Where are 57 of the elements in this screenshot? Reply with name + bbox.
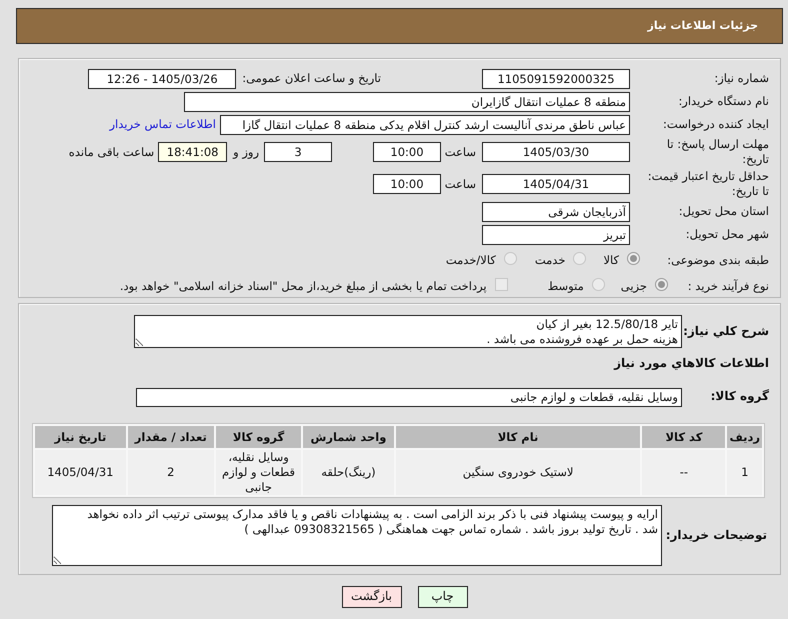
table-cell: (رینگ)حلقه xyxy=(303,450,394,495)
table-cell: وسایل نقلیه، قطعات و لوازم جانبی xyxy=(216,450,302,495)
table-cell: 1405/04/31 xyxy=(35,450,126,495)
radio-label: متوسط xyxy=(548,278,584,294)
column-header: تعداد / مقدار xyxy=(128,426,214,448)
column-header: گروه کالا xyxy=(216,426,302,448)
checkbox-label: پرداخت تمام یا بخشی از مبلغ خرید،از محل "اسناد خزانه اسلامی" خواهد بود. xyxy=(120,278,487,294)
column-header: کد کالا xyxy=(642,426,726,448)
field-label: مهلت ارسال پاسخ: تا تاریخ: xyxy=(666,137,770,167)
days-field[interactable]: 3 xyxy=(264,142,332,162)
column-header: واحد شمارش xyxy=(303,426,394,448)
buyer-notes-field[interactable]: ارایه و پیوست پیشنهاد فنی با ذکر برند الزامی است . به پیشنهادات ناقص و یا فاقد مدارک پیوستی ترتیب اثر داده نخواهد شد . تاریخ تولید بروز باشد . شماره تماس جهت هماهنگی ( 09308321565 عبدالهی ) xyxy=(52,504,662,566)
field-label: تاریخ و ساعت اعلان عمومی: xyxy=(242,71,381,86)
field-label: گروه کالا: xyxy=(710,389,770,405)
column-header: ردیف xyxy=(727,426,762,448)
page-title: جزئیات اطلاعات نیاز xyxy=(648,18,758,34)
field-label: شهر محل تحویل: xyxy=(684,227,770,242)
field-label: شماره نیاز: xyxy=(713,71,770,86)
print-button[interactable]: چاپ xyxy=(418,586,468,608)
field-label: استان محل تحویل: xyxy=(678,204,770,219)
announce-date-field[interactable]: 1405/03/26 - 12:26 xyxy=(88,68,236,88)
field-label: ایجاد کننده درخواست: xyxy=(662,117,770,132)
deadline-time-field[interactable]: 10:00 xyxy=(373,142,441,162)
section-heading: اطلاعات کالاهاي مورد نیاز xyxy=(614,356,770,372)
description-field[interactable]: تایر 12.5/80/18 بغیر از کیان هزینه حمل بر عهده فروشنده می باشد . xyxy=(134,315,682,348)
field-label: ساعت باقی مانده xyxy=(68,144,154,160)
deadline-date-field[interactable]: 1405/03/30 xyxy=(482,142,630,162)
field-label: نام دستگاه خریدار: xyxy=(677,94,770,109)
table-cell: لاستیک خودروی سنگین xyxy=(396,450,640,495)
buyer-org-field[interactable]: منطقه 8 عملیات انتقال گازایران xyxy=(184,92,630,112)
radio-label: کالا xyxy=(603,252,619,268)
table-cell: 1 xyxy=(727,450,762,495)
city-field[interactable]: تبریز xyxy=(482,224,630,244)
field-label: ساعت xyxy=(444,144,476,160)
radio-label: کالا/خدمت xyxy=(446,252,496,268)
field-label: طبقه بندی موضوعی: xyxy=(666,252,770,268)
field-label: حداقل تاریخ اعتبار قیمت: تا تاریخ: xyxy=(646,169,770,199)
column-header: تاریخ نیاز xyxy=(35,426,126,448)
province-field[interactable]: آذربایجان شرقی xyxy=(482,202,630,222)
field-label: روز و xyxy=(233,144,259,160)
radio-label: خدمت xyxy=(534,252,566,268)
goods-group-field[interactable]: وسایل نقلیه، قطعات و لوازم جانبی xyxy=(136,388,682,406)
requester-field[interactable]: عباس ناطق مرندی آنالیست ارشد کنترل اقلام یدکی منطقه 8 عملیات انتقال گازا xyxy=(220,114,630,134)
table-cell: -- xyxy=(642,450,726,495)
column-header: نام کالا xyxy=(396,426,640,448)
need-number-field[interactable]: 1105091592000325 xyxy=(482,68,630,88)
table-cell: 2 xyxy=(128,450,214,495)
field-label: توضیحات خریدار: xyxy=(664,528,768,544)
radio-label: جزیی xyxy=(620,278,647,294)
contact-link[interactable]: اطلاعات تماس خریدار xyxy=(109,117,216,132)
field-label: ساعت xyxy=(444,176,476,192)
back-button[interactable]: بازگشت xyxy=(342,586,402,608)
remaining-time-field[interactable]: 18:41:08 xyxy=(158,142,228,162)
validity-date-field[interactable]: 1405/04/31 xyxy=(482,174,630,194)
validity-time-field[interactable]: 10:00 xyxy=(373,174,441,194)
field-label: شرح کلي نیاز: xyxy=(682,324,770,340)
field-label: نوع فرآیند خرید : xyxy=(686,278,770,294)
